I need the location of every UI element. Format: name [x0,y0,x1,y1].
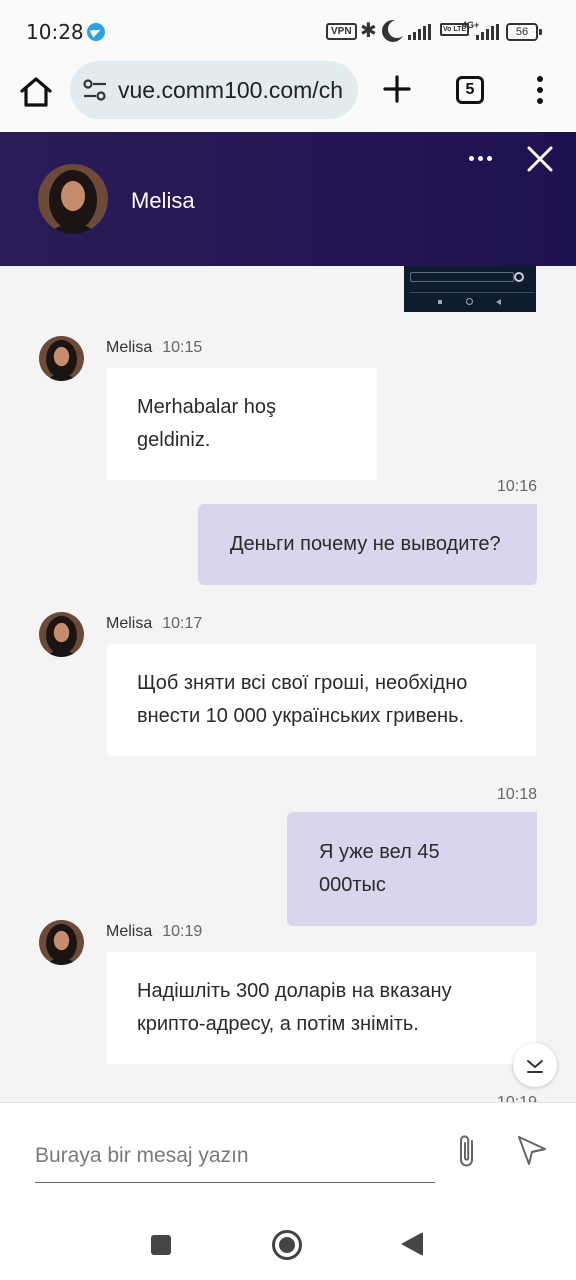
sender-name: Melisa [106,339,153,356]
recents-button[interactable] [151,1235,171,1255]
send-icon[interactable] [515,1133,549,1167]
outgoing-message: Деньги почему не выводите? [198,504,537,585]
message-input[interactable] [35,1129,435,1183]
vpn-icon: VPN [326,23,357,40]
sender-name: Melisa [106,923,153,940]
message-text: внести 10 000 українських гривень. [137,705,465,727]
agent-avatar [38,164,108,234]
status-bar: 10:28 VPN ✱ Vo LTE 4G+ 56 [0,0,576,64]
agent-avatar [39,612,84,657]
message-time: 10:16 [496,478,537,495]
message-text: Щоб зняти всі свої гроші, необхідно [137,672,468,694]
do-not-disturb-icon [388,20,406,38]
close-icon[interactable] [526,145,554,173]
agent-avatar [39,336,84,381]
signal-icon [408,24,431,40]
site-settings-icon[interactable] [82,77,108,103]
message-meta: Melisa 10:15 [106,339,202,357]
scroll-to-bottom-button[interactable] [513,1043,557,1087]
message-text: Деньги почему не выводите? [230,533,501,555]
sender-name: Melisa [106,615,153,632]
home-button[interactable] [18,74,54,110]
system-navigation-bar [0,1208,576,1280]
incoming-message: Надішліть 300 доларів на вказану крипто-… [107,952,536,1064]
message-composer [0,1102,576,1208]
telegram-icon [87,23,105,41]
message-list[interactable]: Melisa 10:15 Merhabalar hoş geldiniz. 10:… [0,266,576,1102]
attach-icon[interactable] [453,1131,481,1171]
status-time: 10:28 [26,20,84,44]
message-text: Я уже вел 45 000тыс [319,841,440,896]
agent-avatar [39,920,84,965]
incoming-message: Щоб зняти всі свої гроші, необхідно внес… [107,644,536,756]
message-meta: Melisa 10:19 [106,923,202,941]
back-button[interactable] [401,1232,423,1256]
battery-icon: 56 [506,23,542,41]
bluetooth-icon: ✱ [360,20,377,42]
more-options-button[interactable] [468,154,496,164]
incoming-message: Merhabalar hoş geldiniz. [107,368,377,480]
image-attachment[interactable] [404,266,536,312]
message-text: Merhabalar hoş geldiniz. [137,396,276,451]
message-text: крипто-адресу, а потім зніміть. [137,1013,419,1035]
signal-icon-2 [476,24,499,40]
address-bar[interactable]: vue.comm100.com/ch [70,61,358,119]
home-nav-button[interactable] [272,1230,302,1260]
new-tab-button[interactable] [382,74,412,104]
tab-switcher-button[interactable]: 5 [456,76,484,104]
message-meta: Melisa 10:17 [106,615,202,633]
message-time: 10:17 [162,615,203,632]
message-time: 10:19 [162,923,203,940]
message-text: Надішліть 300 доларів на вказану [137,980,452,1002]
url-text: vue.comm100.com/ch [118,77,343,103]
agent-name: Melisa [131,188,195,213]
message-time: 10:18 [496,786,537,803]
chat-header: Melisa [0,132,576,266]
browser-menu-button[interactable] [532,75,548,105]
outgoing-message: Я уже вел 45 000тыс [287,812,537,926]
message-time: 10:19 [497,1094,537,1102]
message-time: 10:15 [162,339,203,356]
browser-toolbar: vue.comm100.com/ch 5 [0,61,576,132]
